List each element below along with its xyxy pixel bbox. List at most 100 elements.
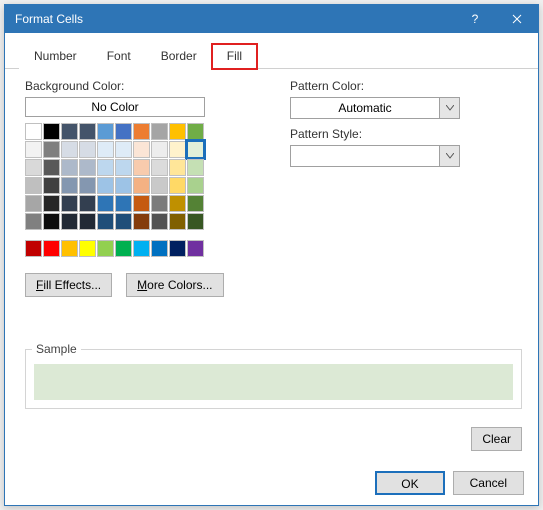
dialog-title: Format Cells	[15, 12, 454, 26]
color-swatch[interactable]	[151, 240, 168, 257]
color-swatch[interactable]	[43, 213, 60, 230]
close-button[interactable]	[496, 5, 538, 33]
color-swatch[interactable]	[25, 123, 42, 140]
color-swatch[interactable]	[169, 240, 186, 257]
more-colors-button[interactable]: More Colors...	[126, 273, 223, 297]
color-swatch[interactable]	[25, 213, 42, 230]
color-swatch[interactable]	[25, 141, 42, 158]
color-swatch[interactable]	[151, 177, 168, 194]
pattern-color-combo[interactable]: Automatic	[290, 97, 460, 119]
background-color-label: Background Color:	[25, 79, 250, 93]
color-swatch[interactable]	[43, 159, 60, 176]
color-swatch[interactable]	[97, 141, 114, 158]
clear-button[interactable]: Clear	[471, 427, 522, 451]
pattern-color-value: Automatic	[291, 98, 439, 118]
color-swatch[interactable]	[169, 159, 186, 176]
color-swatch[interactable]	[43, 195, 60, 212]
fill-effects-text: ill Effects...	[43, 278, 101, 292]
pattern-style-label: Pattern Style:	[290, 127, 522, 141]
color-swatch[interactable]	[97, 159, 114, 176]
pattern-style-combo[interactable]	[290, 145, 460, 167]
tab-strip: Number Font Border Fill	[5, 33, 538, 69]
pattern-section: Pattern Color: Automatic Pattern Style:	[290, 79, 522, 297]
color-swatch[interactable]	[115, 159, 132, 176]
color-swatch[interactable]	[133, 123, 150, 140]
color-swatch[interactable]	[43, 177, 60, 194]
color-swatch[interactable]	[169, 123, 186, 140]
color-swatch[interactable]	[151, 123, 168, 140]
color-swatch[interactable]	[97, 177, 114, 194]
color-swatch[interactable]	[187, 141, 204, 158]
color-swatch[interactable]	[133, 141, 150, 158]
color-swatch[interactable]	[61, 141, 78, 158]
color-swatch[interactable]	[115, 123, 132, 140]
color-swatch[interactable]	[133, 240, 150, 257]
color-swatch[interactable]	[151, 159, 168, 176]
ok-button[interactable]: OK	[375, 471, 444, 495]
color-swatch[interactable]	[25, 195, 42, 212]
color-swatch[interactable]	[115, 141, 132, 158]
color-swatch[interactable]	[61, 213, 78, 230]
color-swatch[interactable]	[115, 213, 132, 230]
main-palette	[25, 123, 250, 230]
sample-group: Sample	[25, 349, 522, 409]
color-swatch[interactable]	[97, 213, 114, 230]
titlebar[interactable]: Format Cells ?	[5, 5, 538, 33]
color-swatch[interactable]	[187, 240, 204, 257]
help-button[interactable]: ?	[454, 5, 496, 33]
color-swatch[interactable]	[61, 177, 78, 194]
color-swatch[interactable]	[187, 195, 204, 212]
color-swatch[interactable]	[187, 159, 204, 176]
color-swatch[interactable]	[187, 123, 204, 140]
color-swatch[interactable]	[133, 159, 150, 176]
color-swatch[interactable]	[169, 213, 186, 230]
color-swatch[interactable]	[151, 195, 168, 212]
color-swatch[interactable]	[25, 240, 42, 257]
color-swatch[interactable]	[79, 141, 96, 158]
tab-number[interactable]: Number	[19, 44, 92, 69]
color-swatch[interactable]	[151, 213, 168, 230]
sample-label: Sample	[32, 342, 81, 356]
color-swatch[interactable]	[43, 240, 60, 257]
color-swatch[interactable]	[169, 195, 186, 212]
tab-border[interactable]: Border	[146, 44, 212, 69]
color-swatch[interactable]	[79, 240, 96, 257]
no-color-button[interactable]: No Color	[25, 97, 205, 117]
color-swatch[interactable]	[25, 177, 42, 194]
color-swatch[interactable]	[61, 240, 78, 257]
color-swatch[interactable]	[43, 123, 60, 140]
background-color-section: Background Color: No Color Fill Effects.…	[25, 79, 250, 297]
format-cells-dialog: Format Cells ? Number Font Border Fill B…	[4, 4, 539, 506]
close-icon	[512, 14, 522, 24]
color-swatch[interactable]	[79, 123, 96, 140]
color-swatch[interactable]	[187, 177, 204, 194]
more-colors-text: ore Colors...	[147, 278, 212, 292]
color-swatch[interactable]	[115, 240, 132, 257]
color-swatch[interactable]	[97, 195, 114, 212]
color-swatch[interactable]	[79, 177, 96, 194]
color-swatch[interactable]	[25, 159, 42, 176]
fill-effects-button[interactable]: Fill Effects...	[25, 273, 112, 297]
color-swatch[interactable]	[115, 177, 132, 194]
color-swatch[interactable]	[133, 195, 150, 212]
color-swatch[interactable]	[79, 195, 96, 212]
color-swatch[interactable]	[61, 195, 78, 212]
color-swatch[interactable]	[43, 141, 60, 158]
color-swatch[interactable]	[133, 177, 150, 194]
color-swatch[interactable]	[151, 141, 168, 158]
color-swatch[interactable]	[79, 213, 96, 230]
color-swatch[interactable]	[61, 159, 78, 176]
color-swatch[interactable]	[97, 123, 114, 140]
tab-fill[interactable]: Fill	[212, 44, 257, 69]
color-swatch[interactable]	[97, 240, 114, 257]
color-swatch[interactable]	[61, 123, 78, 140]
color-swatch[interactable]	[187, 213, 204, 230]
cancel-button[interactable]: Cancel	[453, 471, 524, 495]
color-swatch[interactable]	[169, 141, 186, 158]
color-swatch[interactable]	[169, 177, 186, 194]
color-swatch[interactable]	[115, 195, 132, 212]
tab-font[interactable]: Font	[92, 44, 146, 69]
dialog-footer: OK Cancel	[5, 461, 538, 509]
color-swatch[interactable]	[79, 159, 96, 176]
color-swatch[interactable]	[133, 213, 150, 230]
